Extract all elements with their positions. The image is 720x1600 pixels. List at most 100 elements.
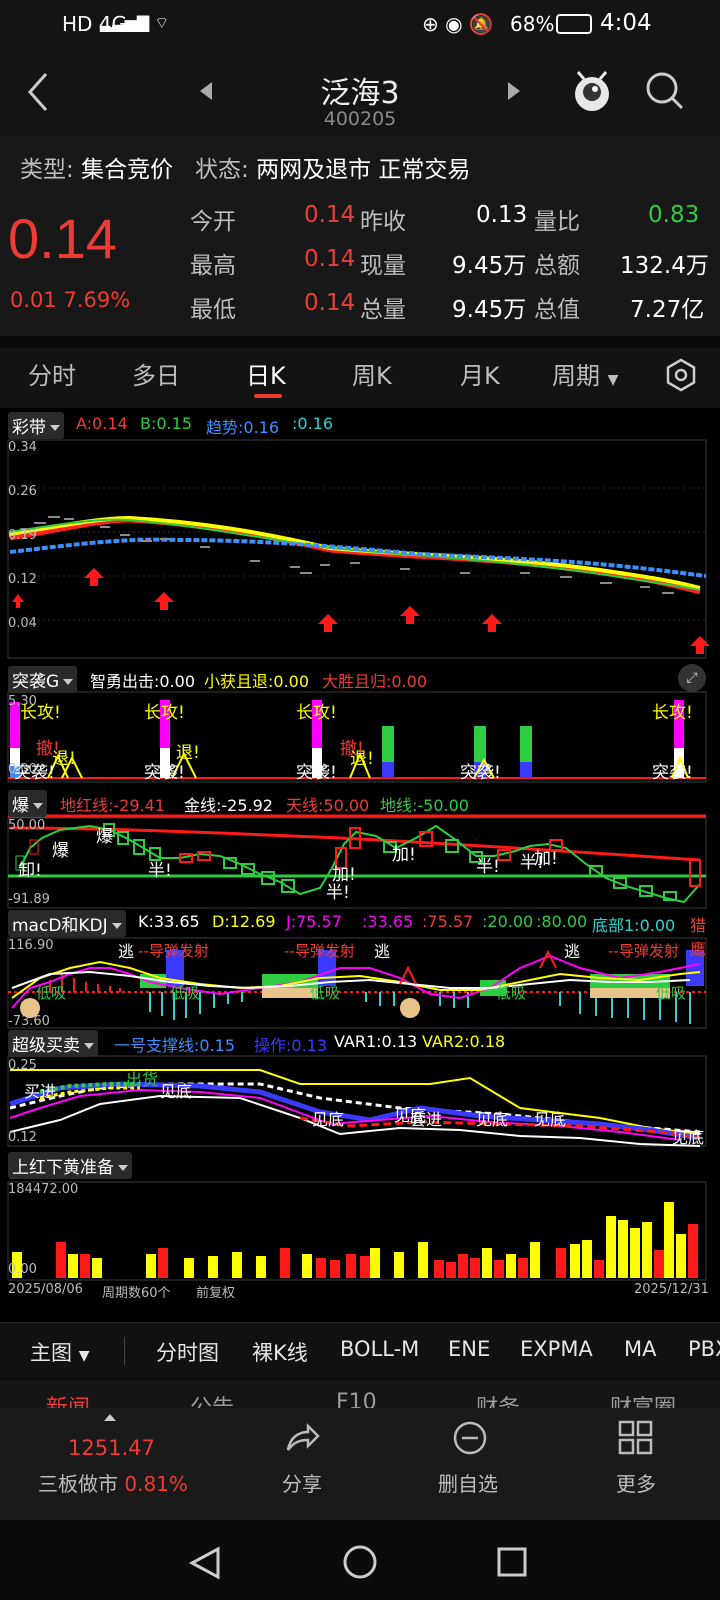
tab-wealth-circle[interactable]: 财富圈 xyxy=(610,1390,676,1408)
tab-period[interactable]: 周期 ▼ xyxy=(552,356,618,391)
indicator-item[interactable]: 裸K线 xyxy=(252,1337,308,1367)
signal-word: 爆 xyxy=(52,841,69,861)
quote-panel: 类型: 集合竞价 状态: 两网及退市 正常交易 0.14 0.01 7.69% … xyxy=(0,136,720,336)
battery-pct: 68% xyxy=(510,12,555,36)
bottom-nav: 1251.47 三板做市 0.81% 分享 删自选 更多 xyxy=(0,1408,720,1520)
signal-word: 长攻! xyxy=(652,703,693,723)
type-value: 集合竞价 xyxy=(81,157,174,183)
tab-daily-k[interactable]: 日K xyxy=(246,356,286,391)
signal-word: 见底 xyxy=(534,1110,567,1129)
indicator-item[interactable]: EXPMA xyxy=(520,1337,593,1361)
signal-word: 半! xyxy=(476,857,500,877)
more-grid-icon[interactable] xyxy=(618,1420,654,1456)
quote-label: 总值 xyxy=(534,297,580,323)
indicator-item[interactable]: PBX xyxy=(688,1337,720,1361)
index-value[interactable]: 1251.47 xyxy=(68,1436,155,1460)
share-icon[interactable] xyxy=(284,1422,320,1454)
next-stock-icon[interactable] xyxy=(508,82,520,100)
status-icons: ⊕ ◉ 🔕 xyxy=(422,12,494,36)
caidai-b: B:0.15 xyxy=(140,414,192,433)
indicator-item[interactable]: MA xyxy=(624,1337,656,1361)
indicator-item[interactable]: BOLL-M xyxy=(340,1337,419,1361)
signal-word: 长攻! xyxy=(20,703,61,723)
axis-label: 0.26 xyxy=(8,484,37,499)
super-s1: 一号支撑线:0.15 xyxy=(114,1036,236,1055)
super-op: 操作:0.13 xyxy=(254,1036,328,1055)
signal-word: 突袭! xyxy=(460,763,501,783)
macd-v4: :80.00 xyxy=(536,912,588,931)
search-icon[interactable] xyxy=(644,70,686,112)
panel-macd-dropdown[interactable]: macD和KDJ xyxy=(8,910,126,937)
axis-label: 0.00 xyxy=(8,1262,37,1277)
signal-word: --导弹发射 xyxy=(138,942,209,960)
indicator-item[interactable]: ENE xyxy=(448,1337,490,1361)
quote-label: 昨收 xyxy=(360,209,406,235)
signal-icon: ▂▃▅▇ ⌔ xyxy=(100,13,170,32)
quote-value: 132.4万 xyxy=(620,253,709,279)
axis-label: -73.60 xyxy=(8,1014,50,1029)
macd-v3: :20.00 xyxy=(482,912,534,931)
type-status-line: 类型: 集合竞价 状态: 两网及退市 正常交易 xyxy=(20,150,470,184)
indicator-item[interactable]: 分时图 xyxy=(156,1337,219,1367)
axis-label: 184472.00 xyxy=(8,1182,79,1197)
quote-value: 0.14 xyxy=(304,246,356,272)
share-label[interactable]: 分享 xyxy=(282,1468,322,1497)
panel-super-dropdown[interactable]: 超级买卖 xyxy=(8,1030,98,1057)
remove-watchlist-label[interactable]: 删自选 xyxy=(438,1468,498,1497)
macd-bottom: 底部1:0.00 xyxy=(592,916,676,935)
status-bar: HD 4G ▂▃▅▇ ⌔ ⊕ ◉ 🔕 68% 4:04 xyxy=(0,0,720,48)
mascot-icon[interactable] xyxy=(570,68,614,114)
axis-label: 0.25 xyxy=(8,1058,37,1073)
axis-label: 0.12 xyxy=(8,572,37,587)
panel-bao-dropdown[interactable]: 爆 xyxy=(8,790,47,817)
expand-up-icon[interactable] xyxy=(104,1414,116,1421)
tab-finance[interactable]: 财务 xyxy=(476,1390,520,1408)
signal-word: 爆 xyxy=(96,827,113,847)
panel-vol-dropdown[interactable]: 上红下黄准备 xyxy=(8,1152,132,1179)
caidai-trend: 趋势:0.16 xyxy=(206,418,280,437)
tab-announcement[interactable]: 公告 xyxy=(190,1390,234,1408)
tab-news[interactable]: 新闻 xyxy=(46,1390,90,1408)
tab-weekly-k[interactable]: 周K xyxy=(352,356,392,391)
panel-tuxi-dropdown[interactable]: 突袭G xyxy=(8,666,78,693)
chevron-down-icon: ▼ xyxy=(78,1348,90,1364)
indicator-bar: 主图 ▼ 分时图 裸K线 BOLL-M ENE EXPMA MA PBX xyxy=(0,1322,720,1378)
macd-hunt: 猎鹰 xyxy=(690,916,707,959)
signal-word: 见底 xyxy=(476,1110,509,1129)
super-var2: VAR2:0.18 xyxy=(422,1032,506,1051)
battery-icon xyxy=(556,14,592,34)
tuxi-z: 智勇出击:0.00 xyxy=(90,672,196,691)
quote-label: 现量 xyxy=(360,253,406,279)
tab-intraday[interactable]: 分时 xyxy=(28,356,76,391)
remove-watchlist-icon[interactable] xyxy=(452,1420,488,1456)
axis-label: -91.89 xyxy=(8,892,50,907)
system-home-icon[interactable] xyxy=(342,1544,378,1580)
axis-label: 116.90 xyxy=(8,938,54,953)
system-recents-icon[interactable] xyxy=(496,1546,528,1578)
main-chart-dropdown[interactable]: 主图 ▼ xyxy=(30,1337,89,1367)
tab-f10[interactable]: F10 xyxy=(336,1390,377,1408)
tab-monthly-k[interactable]: 月K xyxy=(460,356,500,391)
period-count: 周期数60个 xyxy=(102,1286,171,1301)
quote-label: 最高 xyxy=(190,253,236,279)
chart-canvas xyxy=(7,439,710,1281)
system-back-icon[interactable] xyxy=(188,1546,222,1580)
super-var1: VAR1:0.13 xyxy=(334,1032,418,1051)
quote-label: 今开 xyxy=(190,209,236,235)
signal-word: 长攻! xyxy=(296,703,337,723)
signal-word: 突袭! xyxy=(144,763,185,783)
state-label: 状态: xyxy=(195,157,249,183)
signal-word: --导弹发射 xyxy=(608,942,679,960)
quote-value: 9.45万 xyxy=(452,253,527,279)
bao-tx: 天线:50.00 xyxy=(286,796,370,815)
tab-multiday[interactable]: 多日 xyxy=(132,356,180,391)
chevron-down-icon: ▼ xyxy=(607,372,619,388)
quote-value: 0.13 xyxy=(476,202,528,228)
index-name[interactable]: 三板做市 0.81% xyxy=(38,1468,188,1497)
more-label[interactable]: 更多 xyxy=(616,1468,656,1497)
panel-caidai-dropdown[interactable]: 彩带 xyxy=(8,412,64,439)
signal-word: 低吸 xyxy=(656,984,687,1002)
expand-icon[interactable]: ⤢ xyxy=(678,664,706,692)
settings-hexagon-icon[interactable] xyxy=(664,358,698,392)
quote-value: 7.27亿 xyxy=(630,297,705,323)
